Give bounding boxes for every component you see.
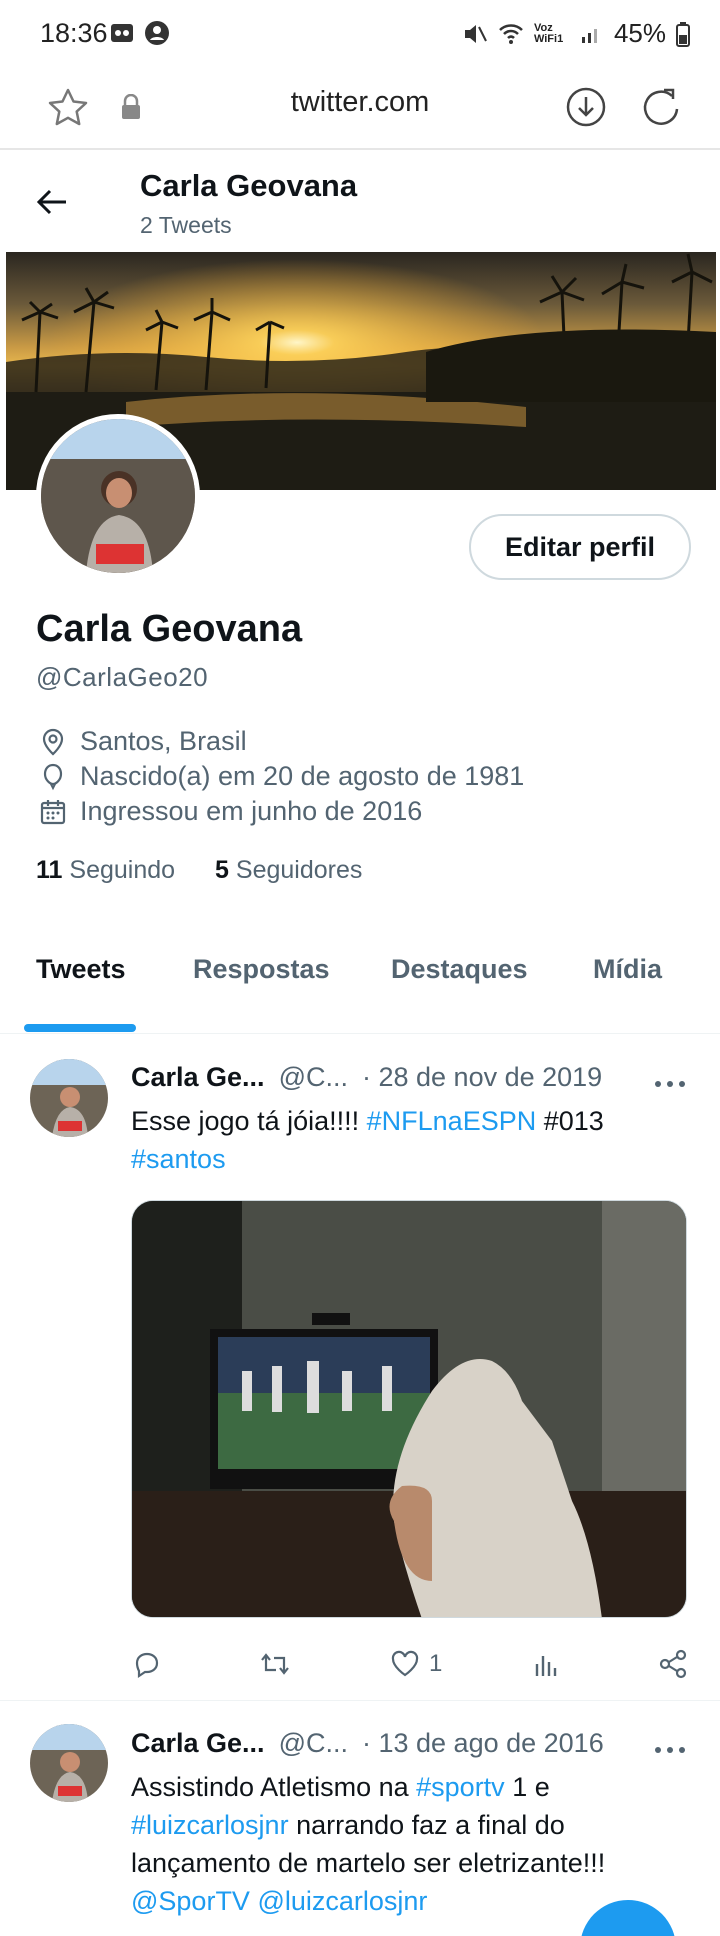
account-icon (145, 21, 169, 45)
like-count: 1 (429, 1650, 443, 1677)
balloon-icon (43, 763, 63, 790)
tweet-media-image[interactable] (131, 1200, 687, 1618)
header-tweet-count: 2 Tweets (140, 212, 232, 238)
tweet-avatar[interactable] (30, 1059, 108, 1137)
following-link[interactable]: 11 Seguindo (36, 856, 175, 885)
following-count: 11 (36, 856, 63, 884)
calendar-icon (40, 799, 66, 824)
tweet-header: Carla Ge... @C... · 13 de ago de 2016 (131, 1728, 604, 1759)
tweet-avatar[interactable] (30, 1724, 108, 1802)
edit-profile-button[interactable]: Editar perfil (469, 514, 691, 580)
location-text: Santos, Brasil (80, 726, 247, 756)
birth-text: Nascido(a) em 20 de agosto de 1981 (80, 761, 525, 791)
hashtag-link[interactable]: #luizcarlosjnr (131, 1810, 289, 1840)
heart-icon (391, 1650, 419, 1677)
hashtag-link[interactable]: #sportv (416, 1772, 505, 1802)
joined-row: Ingressou em junho de 2016 (38, 796, 422, 827)
mute-icon (464, 24, 487, 43)
tab-media[interactable]: Mídia (593, 954, 662, 985)
more-options-icon[interactable] (652, 1744, 688, 1756)
status-bar: 18:36 Voz WiFi1 45% (0, 0, 720, 66)
retweet-button[interactable] (259, 1646, 291, 1682)
tweet-divider (0, 1700, 720, 1701)
status-left-icons (110, 20, 170, 46)
wifi-icon (499, 23, 523, 44)
analytics-icon (535, 1656, 557, 1676)
profile-tabs: Tweets Respostas Destaques Mídia (0, 940, 720, 1034)
url-field[interactable]: twitter.com (0, 86, 720, 119)
tweet-author-name[interactable]: Carla Ge... (131, 1728, 265, 1759)
tab-tweets[interactable]: Tweets (36, 954, 126, 985)
tweet-text-part: Assistindo Atletismo na (131, 1772, 417, 1802)
followers-label: Seguidores (235, 856, 363, 884)
share-icon (659, 1649, 687, 1679)
tweet-text: Esse jogo tá jóia!!!! #NFLnaESPN #013 #s… (131, 1102, 691, 1178)
tv-thumbs-up-photo (132, 1201, 686, 1617)
status-right: Voz WiFi1 45% (462, 18, 690, 49)
joined-text: Ingressou em junho de 2016 (80, 796, 423, 826)
reply-button[interactable] (131, 1646, 163, 1682)
tweet-date[interactable]: · 28 de nov de 2019 (362, 1062, 602, 1093)
tweet-author-handle[interactable]: @C... (279, 1062, 348, 1093)
tweet-date[interactable]: · 13 de ago de 2016 (362, 1728, 604, 1759)
tweet-author-handle[interactable]: @C... (279, 1728, 348, 1759)
reply-icon (135, 1652, 159, 1679)
tweet-author-name[interactable]: Carla Ge... (131, 1062, 265, 1093)
tweet-avatar-photo (30, 1059, 108, 1137)
download-icon[interactable] (563, 84, 609, 130)
tweet[interactable]: Carla Ge... @C... · 13 de ago de 2016 As… (0, 1702, 720, 1936)
share-button[interactable] (657, 1646, 689, 1682)
location-pin-icon (42, 728, 64, 755)
tab-replies[interactable]: Respostas (193, 954, 330, 985)
tweet-avatar-photo (30, 1724, 108, 1802)
location-row: Santos, Brasil (38, 726, 247, 757)
retweet-icon (261, 1653, 289, 1675)
profile-top-bar: Carla Geovana 2 Tweets (0, 152, 720, 252)
browser-bar: twitter.com (0, 66, 720, 150)
hashtag-link[interactable]: #NFLnaESPN (367, 1106, 537, 1136)
back-arrow-icon[interactable] (34, 184, 70, 220)
mention-link[interactable]: @luizcarlosjnr (257, 1886, 427, 1916)
views-button[interactable] (531, 1646, 563, 1682)
header-name: Carla Geovana (140, 168, 358, 203)
tab-highlights[interactable]: Destaques (391, 954, 528, 985)
tweet-text-part: Esse jogo tá jóia!!!! (131, 1106, 367, 1136)
tweet-header: Carla Ge... @C... · 28 de nov de 2019 (131, 1062, 602, 1093)
battery-icon (676, 21, 690, 47)
tweet-actions: 1 (131, 1646, 691, 1686)
mention-link[interactable]: @SporTV (131, 1886, 250, 1916)
network-label: Voz WiFi1 (533, 21, 564, 45)
active-tab-indicator (24, 1024, 136, 1032)
hashtag-link[interactable]: #santos (131, 1144, 226, 1174)
birth-row: Nascido(a) em 20 de agosto de 1981 (38, 761, 524, 792)
voicemail-icon (111, 24, 133, 42)
followers-count: 5 (215, 856, 229, 884)
profile-name: Carla Geovana (36, 608, 303, 650)
signal-icon (581, 28, 597, 43)
reload-icon[interactable] (638, 84, 684, 130)
battery-percent: 45% (613, 18, 666, 48)
tweet-text: Assistindo Atletismo na #sportv 1 e #lui… (131, 1768, 691, 1920)
profile-avatar[interactable] (36, 414, 200, 578)
profile-handle: @CarlaGeo20 (36, 662, 209, 692)
tweet-text-part: #013 (536, 1106, 604, 1136)
tweet-text-part: 1 e (504, 1772, 550, 1802)
status-time: 18:36 (40, 18, 108, 48)
more-options-icon[interactable] (652, 1078, 688, 1090)
avatar-photo (41, 419, 195, 573)
like-button[interactable]: 1 (389, 1646, 442, 1682)
tweet[interactable]: Carla Ge... @C... · 28 de nov de 2019 Es… (0, 1036, 720, 1700)
following-label: Seguindo (69, 856, 176, 884)
followers-link[interactable]: 5 Seguidores (215, 856, 362, 885)
follow-stats: 11 Seguindo 5 Seguidores (36, 856, 362, 885)
